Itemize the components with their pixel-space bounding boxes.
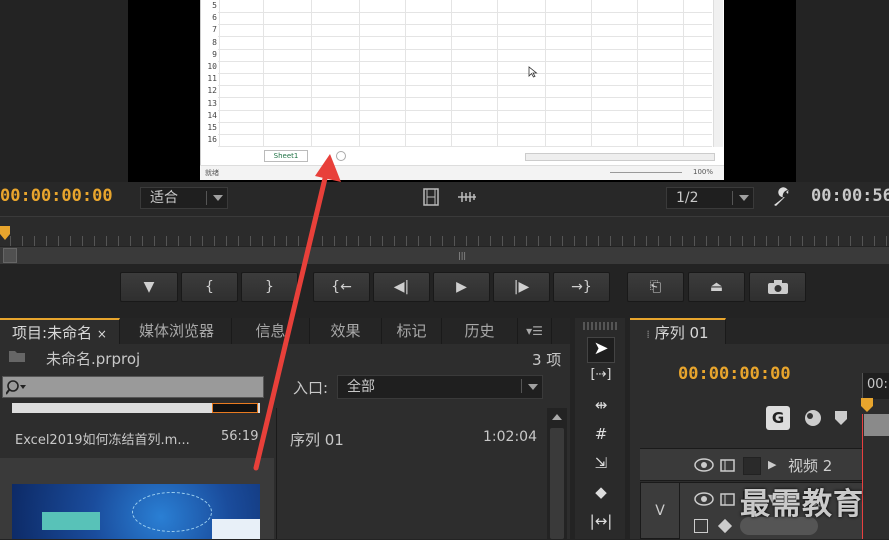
track-label: 视频 2 xyxy=(788,457,833,475)
duration-timecode: 00:00:56 xyxy=(811,186,889,206)
list-item[interactable]: Excel2019如何冻结首列.m... 56:19 xyxy=(0,416,274,458)
razor-tool-button[interactable]: ◆ xyxy=(587,483,615,503)
film-icon[interactable] xyxy=(423,188,439,206)
watermark-text: 最需教育 xyxy=(740,487,864,522)
excel-row-number: 14 xyxy=(207,110,217,120)
monitor-controls-bar xyxy=(0,182,889,216)
status-ready-label: 就绪 xyxy=(205,169,219,177)
resolution-dropdown-value: 1/2 xyxy=(676,190,699,206)
sequence-timecode[interactable]: 00:00:00:00 xyxy=(678,364,791,384)
tab-project[interactable]: 项目:未命名 × xyxy=(0,318,120,344)
excel-row-number: 7 xyxy=(212,25,217,35)
go-to-out-button[interactable]: →} xyxy=(553,272,610,302)
clip-thumbnail-top xyxy=(12,403,260,413)
project-v-scrollbar[interactable] xyxy=(547,408,567,539)
ruler-ticks xyxy=(10,236,889,246)
mark-in-button[interactable]: { xyxy=(181,272,238,302)
track-video-2[interactable]: ▶ 视频 2 xyxy=(640,448,862,481)
close-icon[interactable]: × xyxy=(97,327,107,341)
excel-row-number: 10 xyxy=(207,62,217,71)
panel-menu-icon[interactable]: ▾☰ xyxy=(518,318,552,344)
add-marker-button[interactable]: ▼ xyxy=(120,272,178,302)
camera-icon xyxy=(767,280,788,294)
work-area-bar[interactable] xyxy=(864,414,889,436)
play-button[interactable]: ▶ xyxy=(433,272,490,302)
tab-markers[interactable]: 标记 xyxy=(382,318,442,344)
toggle-sync-lock-icon[interactable] xyxy=(720,459,736,473)
entry-dropdown[interactable]: 全部 xyxy=(337,375,543,399)
scroll-up-icon[interactable] xyxy=(547,411,567,423)
expand-track-icon[interactable]: ▶ xyxy=(768,458,776,471)
sequence-duration: 1:02:04 xyxy=(483,429,537,445)
tab-sequence-label: 序列 01 xyxy=(654,324,709,342)
toggle-sync-lock-icon[interactable] xyxy=(720,493,736,507)
excel-v-scrollbar xyxy=(713,0,723,147)
clip-thumbnail xyxy=(12,484,260,539)
extract-button[interactable]: ⏏ xyxy=(688,272,745,302)
slip-tool-button[interactable]: |↔| xyxy=(587,512,615,532)
step-back-button[interactable]: ◀| xyxy=(373,272,430,302)
excel-h-scrollbar xyxy=(525,153,715,161)
mouse-cursor-icon xyxy=(528,66,538,78)
project-filename: 未命名.prproj xyxy=(46,350,141,368)
excel-row-number: 15 xyxy=(207,123,217,132)
resolution-dropdown[interactable]: 1/2 xyxy=(666,187,754,209)
excel-row-number: 5 xyxy=(212,1,217,10)
zoom-grip-icon: ||| xyxy=(458,251,467,260)
playhead-timecode[interactable]: 00:00:00:00 xyxy=(0,186,113,206)
tab-project-label: 项目:未命名 xyxy=(12,324,93,342)
export-frame-button[interactable] xyxy=(749,272,806,302)
clip-name: Excel2019如何冻结首列.m... xyxy=(15,433,190,448)
search-icon xyxy=(5,380,26,395)
selection-tool-button[interactable]: ➤ xyxy=(587,337,615,363)
chevron-down-icon xyxy=(528,384,538,390)
add-marker-icon[interactable] xyxy=(834,410,848,426)
track-lock-toggle[interactable] xyxy=(743,457,761,475)
source-track-v[interactable]: V xyxy=(640,482,680,539)
chevron-down-icon xyxy=(213,195,223,201)
audio-waveform-icon[interactable] xyxy=(457,190,477,204)
wrench-icon[interactable] xyxy=(772,187,794,209)
snap-icon[interactable]: G xyxy=(766,406,790,430)
clip-thumbnail-row[interactable] xyxy=(0,458,274,539)
lift-button[interactable]: ⎗ xyxy=(627,272,684,302)
timeline-ruler[interactable]: 00: xyxy=(862,373,889,399)
excel-row-number: 12 xyxy=(207,86,217,96)
item-count: 3 项 xyxy=(532,351,562,369)
search-input[interactable] xyxy=(2,376,264,398)
linked-selection-icon[interactable] xyxy=(803,408,823,428)
excel-row-number: 16 xyxy=(207,135,217,145)
keyframe-toggle-icon[interactable] xyxy=(694,519,708,533)
tutorial-arrow-icon xyxy=(253,154,341,471)
tab-media-browser[interactable]: 媒体浏览器 xyxy=(122,318,232,344)
fit-dropdown-value: 适合 xyxy=(150,190,178,206)
zoom-level: 100% xyxy=(693,168,714,176)
ripple-edit-tool-button[interactable]: ⇹ xyxy=(587,396,615,416)
chevron-down-icon xyxy=(739,195,749,201)
fit-dropdown[interactable]: 适合 xyxy=(140,187,228,209)
timeline-playhead-icon[interactable] xyxy=(860,398,874,414)
rolling-edit-tool-button[interactable]: # xyxy=(587,425,615,445)
eye-icon[interactable] xyxy=(694,458,714,472)
excel-row-number: 13 xyxy=(207,98,217,108)
excel-row-number: 9 xyxy=(212,49,217,59)
excel-row-number: 6 xyxy=(212,13,217,23)
step-forward-button[interactable]: |▶ xyxy=(493,272,550,302)
playhead-marker-icon[interactable] xyxy=(0,226,10,242)
eye-icon[interactable] xyxy=(694,492,714,506)
excel-row-number: 11 xyxy=(207,74,217,84)
folder-icon xyxy=(9,351,25,362)
keyframe-diamond-icon[interactable] xyxy=(717,518,733,534)
tab-history[interactable]: 历史 xyxy=(442,318,518,344)
zoom-slider xyxy=(610,172,682,173)
track-select-tool-button[interactable]: [⇢] xyxy=(587,367,615,387)
zoom-handle[interactable] xyxy=(3,248,17,263)
tab-sequence[interactable]: ⁞ 序列 01 xyxy=(630,318,726,344)
panel-grip xyxy=(583,322,617,330)
rate-stretch-tool-button[interactable]: ⇲ xyxy=(587,454,615,474)
zoom-scrollbar[interactable] xyxy=(0,247,889,264)
excel-row-number: 8 xyxy=(212,37,217,47)
